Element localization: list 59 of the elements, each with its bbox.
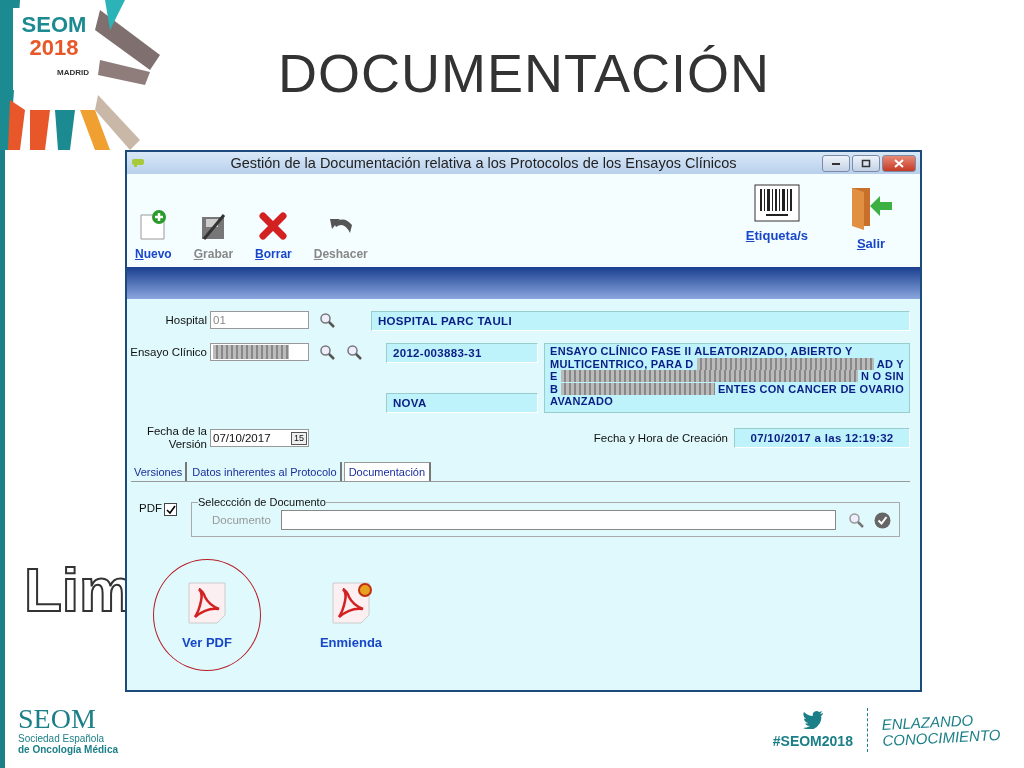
logo-city: MADRID (57, 68, 89, 77)
field-label: PDF (139, 502, 162, 514)
description-text: ENTES CON CANCER DE OVARIO (717, 382, 904, 395)
pdf-document-icon (185, 580, 229, 625)
hospital-name-field: HOSPITAL PARC TAULI (371, 311, 910, 331)
toolbar-button[interactable]: Borrar (255, 209, 292, 261)
minimize-icon (831, 160, 841, 166)
description-text: MULTICENTRICO, PARA D (550, 357, 694, 370)
description-text: N O SIN (860, 370, 904, 383)
field-label: Hospital (164, 313, 207, 328)
group-legend: Seleccción de Documento (198, 496, 326, 508)
tab[interactable]: Documentación (343, 462, 432, 481)
app-icon (131, 158, 145, 168)
tab[interactable]: Versiones (131, 462, 188, 481)
maximize-icon (861, 158, 871, 168)
created-date-field: 07/10/2017 a las 12:19:32 (734, 428, 910, 448)
window-title: Gestión de la Documentación relativa a los Protocolos de los Ensayos Clínicos (229, 155, 738, 171)
pdf-checkbox[interactable] (164, 503, 177, 516)
close-button[interactable] (882, 154, 916, 172)
toolbar-button[interactable]: Salir (848, 184, 894, 251)
sponsor-field: NOVA (386, 393, 538, 413)
bird-icon (801, 711, 824, 729)
tab[interactable]: Datos inherentes al Protocolo (189, 462, 342, 481)
hashtag: #SEOM2018 (772, 733, 853, 749)
maximize-button[interactable] (852, 154, 880, 172)
calendar-button[interactable]: 15 (291, 431, 307, 445)
action-button[interactable]: Ver PDF (182, 580, 232, 650)
search-icon[interactable] (346, 344, 362, 360)
date-field[interactable]: 07/10/2017 15 (210, 429, 309, 447)
field-label: Fecha de la Versión (145, 425, 207, 451)
pdf-document-icon (329, 580, 373, 625)
action-button[interactable]: Enmienda (319, 580, 383, 650)
field-label: Documento (212, 514, 271, 526)
close-icon (894, 158, 904, 168)
document-field[interactable] (280, 510, 836, 530)
field-label: Fecha y Hora de Creación (593, 432, 728, 444)
description-text: AVANZADO (550, 395, 614, 408)
description-text: AD Y (876, 357, 904, 370)
org-logo-text: SEOM (18, 705, 97, 733)
org-subtitle: Sociedad Española (18, 733, 105, 744)
logo-text: SEOM (21, 14, 87, 36)
toolbar-button[interactable]: Etiqueta/s (745, 184, 808, 243)
check-icon[interactable] (874, 511, 891, 529)
description-text: E (550, 370, 558, 383)
description-text: B (550, 382, 559, 395)
minimize-button[interactable] (822, 154, 850, 172)
org-subtitle: de Oncología Médica (18, 744, 119, 755)
slide-title: DOCUMENTACIÓN (278, 42, 770, 104)
barcode-icon (753, 184, 800, 222)
trial-number-field: 2012-003883-31 (386, 343, 538, 363)
logo-year: 2018 (29, 36, 79, 60)
trial-code-field[interactable] (210, 343, 309, 361)
toolbar-button[interactable]: Nuevo (135, 209, 172, 261)
search-icon[interactable] (848, 512, 864, 528)
search-icon[interactable] (319, 312, 335, 328)
search-icon[interactable] (319, 344, 335, 360)
hospital-code-field[interactable]: 01 (210, 311, 309, 329)
description-text: ENSAYO CLÍNICO FASE II ALEATORIZADO, ABIERTO Y (550, 345, 853, 358)
field-label: Ensayo Clínico (129, 345, 207, 360)
